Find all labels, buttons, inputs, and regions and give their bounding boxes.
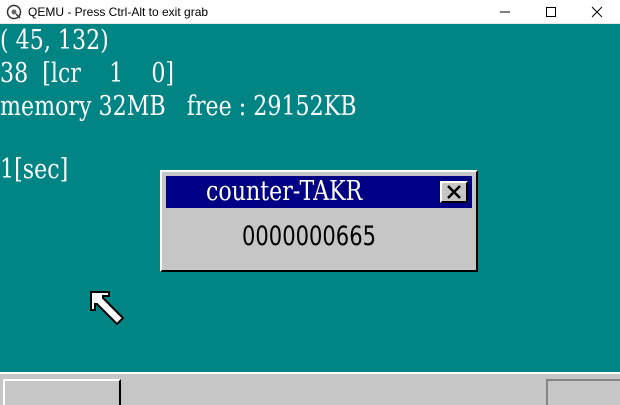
counter-value: 0000000665 bbox=[242, 221, 377, 252]
maximize-icon bbox=[546, 7, 556, 17]
close-icon bbox=[591, 6, 603, 18]
console-line-memory: memory 32MB free : 29152KB bbox=[0, 91, 357, 122]
counter-window[interactable]: counter-TAKR 0000000665 bbox=[160, 170, 478, 272]
counter-window-body: 0000000665 bbox=[166, 214, 472, 264]
guest-taskbar bbox=[0, 372, 620, 405]
close-button[interactable] bbox=[574, 0, 620, 24]
close-x-icon bbox=[447, 185, 461, 199]
start-button[interactable] bbox=[3, 379, 121, 405]
host-title-bar[interactable]: QEMU - Press Ctrl-Alt to exit grab bbox=[0, 0, 620, 24]
window-controls bbox=[482, 0, 620, 24]
counter-window-title-bar[interactable]: counter-TAKR bbox=[166, 176, 472, 208]
counter-window-title: counter-TAKR bbox=[206, 176, 363, 207]
console-line-mouse-state: 38 [lcr 1 0] bbox=[0, 58, 175, 89]
qemu-app-icon bbox=[6, 4, 22, 20]
minimize-icon bbox=[500, 11, 510, 13]
system-tray bbox=[546, 379, 620, 405]
host-window-title: QEMU - Press Ctrl-Alt to exit grab bbox=[28, 4, 209, 19]
console-line-mouse-coords: ( 45, 132) bbox=[0, 25, 109, 56]
counter-window-close-button[interactable] bbox=[440, 181, 468, 203]
guest-screen[interactable]: ( 45, 132) 38 [lcr 1 0] memory 32MB free… bbox=[0, 24, 620, 405]
console-line-timer: 1[sec] bbox=[0, 154, 69, 185]
maximize-button[interactable] bbox=[528, 0, 574, 24]
mouse-pointer-arrow-icon bbox=[90, 291, 125, 326]
minimize-button[interactable] bbox=[482, 0, 528, 24]
